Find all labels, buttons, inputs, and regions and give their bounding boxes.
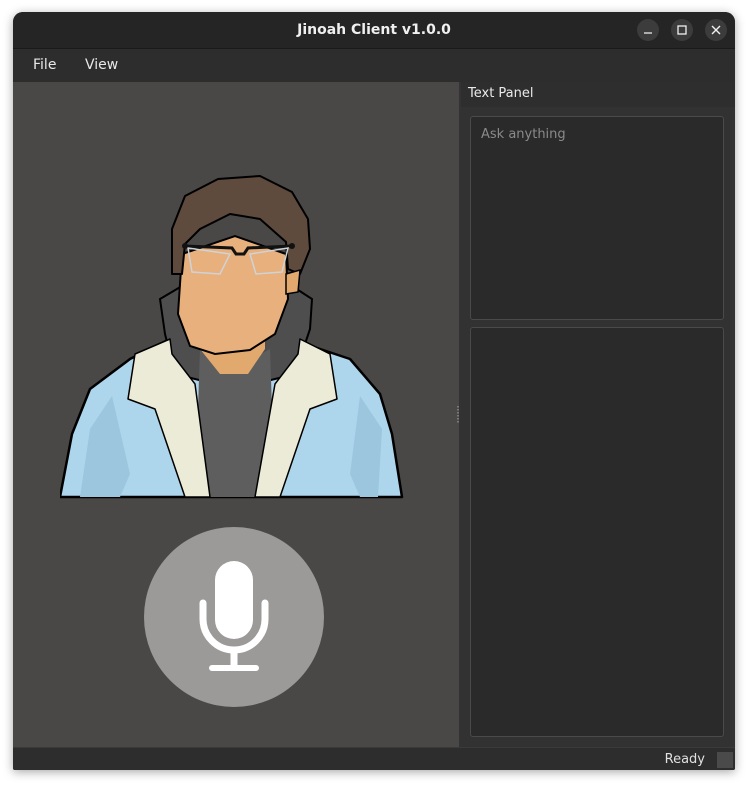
text-panel-header: Text Panel xyxy=(461,82,735,107)
minimize-icon xyxy=(644,32,652,34)
menu-view[interactable]: View xyxy=(85,49,118,82)
menu-file[interactable]: File xyxy=(33,49,56,82)
close-button[interactable] xyxy=(705,19,727,41)
maximize-icon xyxy=(677,25,687,35)
text-panel: Text Panel xyxy=(461,82,735,747)
avatar-illustration xyxy=(60,175,404,499)
app-window: Jinoah Client v1.0.0 File View Text Pane… xyxy=(13,12,735,770)
microphone-icon xyxy=(199,561,269,671)
ask-input[interactable] xyxy=(470,116,724,320)
splitter-grip[interactable] xyxy=(457,406,459,424)
menu-bar: File View xyxy=(13,49,735,82)
text-panel-title: Text Panel xyxy=(468,86,534,101)
window-title: Jinoah Client v1.0.0 xyxy=(297,22,451,38)
maximize-button[interactable] xyxy=(671,19,693,41)
minimize-button[interactable] xyxy=(637,19,659,41)
status-bar: Ready xyxy=(13,747,735,770)
mic-button[interactable] xyxy=(144,527,324,707)
title-bar[interactable]: Jinoah Client v1.0.0 xyxy=(13,12,735,49)
avatar-pane xyxy=(13,82,459,747)
status-text: Ready xyxy=(664,752,705,767)
resize-grip[interactable] xyxy=(717,752,733,768)
response-output[interactable] xyxy=(470,327,724,737)
close-icon xyxy=(711,25,721,35)
